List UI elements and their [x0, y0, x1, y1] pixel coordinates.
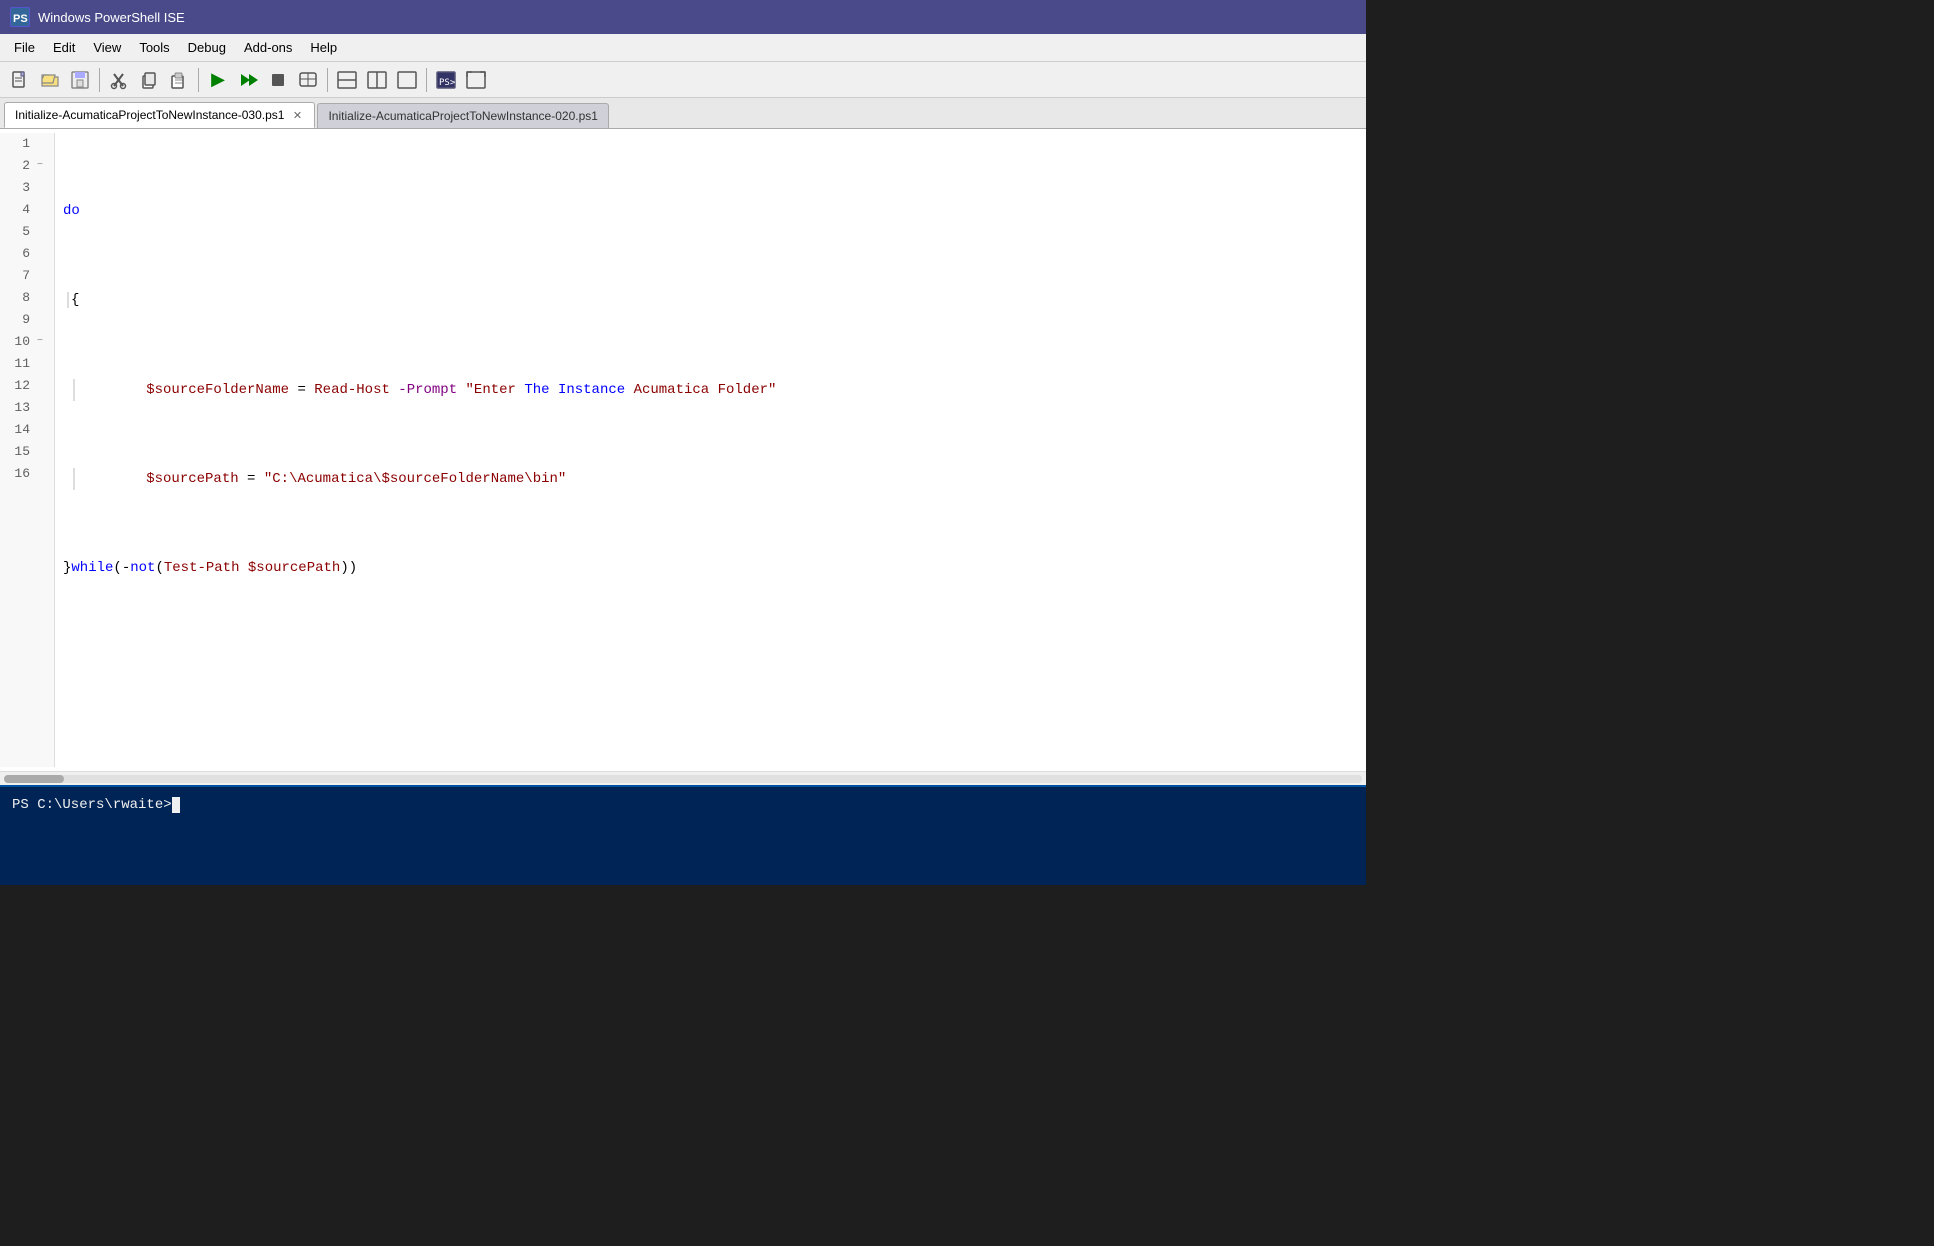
title-bar: PS Windows PowerShell ISE [0, 0, 1366, 34]
sep1 [99, 68, 100, 92]
new-button[interactable] [6, 66, 34, 94]
split-vertical-button[interactable] [363, 66, 391, 94]
show-panel-button[interactable] [333, 66, 361, 94]
app-icon: PS [10, 7, 30, 27]
console-cursor [172, 797, 180, 813]
run-selection-button[interactable] [234, 66, 262, 94]
menu-edit[interactable]: Edit [45, 38, 83, 57]
console-prompt: PS C:\Users\rwaite> [12, 797, 172, 813]
menu-view[interactable]: View [85, 38, 129, 57]
menu-debug[interactable]: Debug [180, 38, 234, 57]
copy-button[interactable] [135, 66, 163, 94]
save-button[interactable] [66, 66, 94, 94]
code-editor[interactable]: 1 2− 3 4 5 6 7 8 9 10− 11 12 13 14 15 16… [0, 129, 1366, 771]
scrollbar-thumb[interactable] [4, 775, 64, 783]
tab-030-close[interactable]: ✕ [290, 108, 304, 122]
console-only-button[interactable] [393, 66, 421, 94]
open-button[interactable] [36, 66, 64, 94]
sep4 [426, 68, 427, 92]
sep3 [327, 68, 328, 92]
menu-file[interactable]: File [6, 38, 43, 57]
sep2 [198, 68, 199, 92]
paste-button[interactable] [165, 66, 193, 94]
tab-bar: Initialize-AcumaticaProjectToNewInstance… [0, 98, 1366, 129]
run-ps-button[interactable]: PS> [432, 66, 460, 94]
menu-tools[interactable]: Tools [131, 38, 177, 57]
app-title: Windows PowerShell ISE [38, 10, 185, 25]
code-area[interactable]: do { $sourceFolderName = Read-Host -Prom… [55, 133, 1366, 767]
tab-030[interactable]: Initialize-AcumaticaProjectToNewInstance… [4, 102, 315, 128]
tab-020-label: Initialize-AcumaticaProjectToNewInstance… [328, 109, 597, 123]
fullscreen-button[interactable] [462, 66, 490, 94]
console-area[interactable]: PS C:\Users\rwaite> [0, 785, 1366, 885]
run-button[interactable]: ▶ [204, 66, 232, 94]
menu-bar: File Edit View Tools Debug Add-ons Help [0, 34, 1366, 62]
stop-button[interactable] [264, 66, 292, 94]
tab-030-label: Initialize-AcumaticaProjectToNewInstance… [15, 108, 284, 122]
tab-020[interactable]: Initialize-AcumaticaProjectToNewInstance… [317, 103, 608, 128]
scrollbar-track[interactable] [4, 775, 1362, 783]
debug-button[interactable] [294, 66, 322, 94]
toolbar: ▶ PS> [0, 62, 1366, 98]
editor-scrollbar[interactable] [0, 771, 1366, 785]
svg-text:PS>: PS> [439, 78, 456, 88]
editor-container: 1 2− 3 4 5 6 7 8 9 10− 11 12 13 14 15 16… [0, 129, 1366, 785]
menu-addons[interactable]: Add-ons [236, 38, 300, 57]
svg-text:PS: PS [13, 13, 28, 25]
menu-help[interactable]: Help [302, 38, 345, 57]
cut-button[interactable] [105, 66, 133, 94]
line-numbers: 1 2− 3 4 5 6 7 8 9 10− 11 12 13 14 15 16 [0, 133, 55, 767]
